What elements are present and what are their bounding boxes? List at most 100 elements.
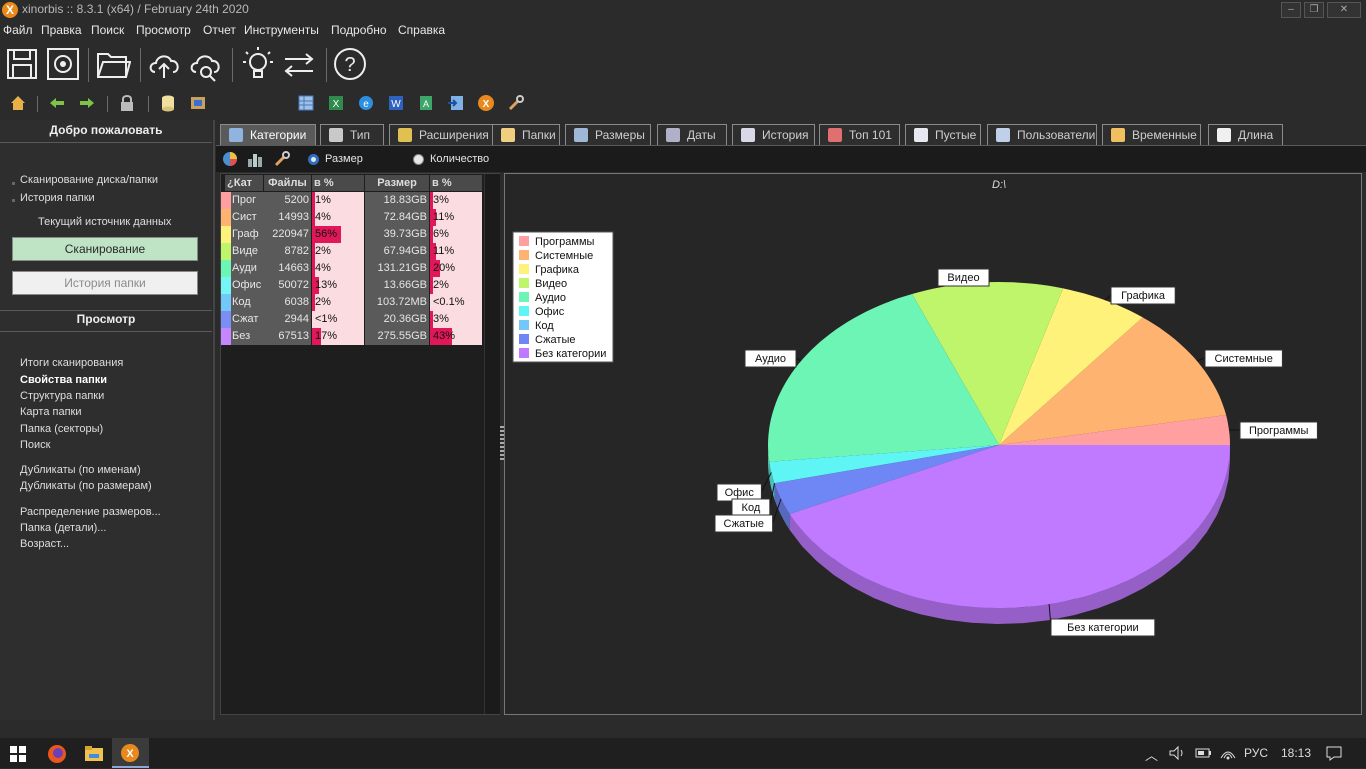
tab-folders[interactable]: Папки — [492, 124, 560, 146]
windows-start-icon[interactable] — [10, 746, 26, 762]
table-row[interactable]: Граф22094756%39.73GB6% — [221, 226, 483, 243]
tab-empty[interactable]: Пустые — [905, 124, 981, 146]
cell-files: 2944 — [264, 311, 311, 328]
table-row[interactable]: Код60382%103.72MB<0.1% — [221, 294, 483, 311]
sidebar-link-scan-summary[interactable]: Итоги сканирования — [20, 357, 123, 369]
table-scrollbar[interactable] — [484, 174, 500, 714]
sidebar-link-folder-map[interactable]: Карта папки — [20, 406, 81, 418]
sidebar-link-history[interactable]: История папки — [20, 192, 95, 204]
firefox-icon[interactable] — [47, 744, 67, 764]
tab-categories[interactable]: Категории — [220, 124, 316, 146]
menu-view[interactable]: Просмотр — [136, 23, 191, 37]
tab-type[interactable]: Тип — [320, 124, 384, 146]
battery-icon[interactable] — [1194, 744, 1212, 762]
cloud-upload-icon[interactable] — [147, 44, 183, 84]
cloud-search-icon[interactable] — [188, 44, 224, 84]
tab-extensions[interactable]: Расширения — [389, 124, 501, 146]
pie-chart-icon[interactable] — [221, 150, 239, 168]
tab-temporary[interactable]: Временные — [1102, 124, 1201, 146]
menu-edit[interactable]: Правка — [41, 23, 82, 37]
table-row[interactable]: Без6751317%275.55GB43% — [221, 328, 483, 345]
xml-icon[interactable]: A — [417, 94, 435, 112]
cell-files: 50072 — [264, 277, 311, 294]
sidebar-splitter[interactable] — [213, 120, 215, 720]
tab-dates[interactable]: Даты — [657, 124, 727, 146]
forward-icon[interactable] — [78, 94, 96, 112]
sidebar-link-age[interactable]: Возраст... — [20, 538, 69, 550]
settings-icon[interactable] — [45, 44, 81, 84]
xinorbis-icon[interactable]: X — [477, 94, 495, 112]
clock[interactable]: 18:13 — [1281, 746, 1311, 760]
col-header-size-pct[interactable]: в % — [430, 175, 482, 191]
category-color-swatch — [221, 209, 231, 226]
cell-size: 18.83GB — [365, 192, 429, 209]
export-icon[interactable] — [189, 94, 207, 112]
radio-count[interactable] — [413, 154, 424, 165]
menu-tools[interactable]: Инструменты — [244, 23, 319, 37]
import-icon[interactable] — [447, 94, 465, 112]
table-row[interactable]: Прог52001%18.83GB3% — [221, 192, 483, 209]
bar-chart-icon[interactable] — [246, 150, 264, 168]
tab-history[interactable]: История — [732, 124, 815, 146]
maximize-button[interactable]: ❐ — [1304, 2, 1324, 18]
network-icon[interactable] — [1219, 744, 1237, 762]
sidebar-link-folder-structure[interactable]: Структура папки — [20, 390, 104, 402]
lock-icon[interactable] — [118, 94, 136, 112]
sidebar-link-folder-sectors[interactable]: Папка (секторы) — [20, 423, 103, 435]
legend-item: Код — [535, 320, 554, 332]
col-header-files[interactable]: Файлы — [264, 175, 311, 191]
notifications-icon[interactable] — [1325, 744, 1343, 762]
word-icon[interactable]: W — [387, 94, 405, 112]
menu-file[interactable]: Файл — [3, 23, 33, 37]
sidebar-link-size-distribution[interactable]: Распределение размеров... — [20, 506, 161, 518]
radio-size[interactable] — [308, 154, 319, 165]
table-row[interactable]: Сжат2944<1%20.36GB3% — [221, 311, 483, 328]
sidebar-link-dup-sizes[interactable]: Дубликаты (по размерам) — [20, 480, 152, 492]
chevron-up-icon[interactable]: ︿ — [1145, 745, 1158, 764]
tools-icon[interactable] — [273, 150, 291, 168]
table-row[interactable]: Ауди146634%131.21GB20% — [221, 260, 483, 277]
excel-icon[interactable]: X — [327, 94, 345, 112]
home-icon[interactable] — [9, 94, 27, 112]
scan-button[interactable]: Сканирование — [12, 237, 198, 261]
sidebar-link-search[interactable]: Поиск — [20, 439, 50, 451]
col-header-category[interactable]: ¿Кат — [225, 175, 263, 191]
language-indicator[interactable]: РУС — [1244, 746, 1268, 760]
folder-open-icon[interactable] — [95, 44, 131, 84]
sidebar-link-scan[interactable]: Сканирование диска/папки — [20, 174, 158, 186]
tab-length[interactable]: Длина — [1208, 124, 1283, 146]
col-header-size[interactable]: Размер — [365, 175, 429, 191]
save-icon[interactable] — [4, 44, 40, 84]
minimize-button[interactable]: – — [1281, 2, 1301, 18]
table-row[interactable]: Виде87822%67.94GB11% — [221, 243, 483, 260]
menu-search[interactable]: Поиск — [91, 23, 124, 37]
tab-top101[interactable]: Топ 101 — [819, 124, 900, 146]
file-explorer-icon[interactable] — [84, 744, 104, 764]
sidebar-link-dup-names[interactable]: Дубликаты (по именам) — [20, 464, 141, 476]
volume-icon[interactable] — [1168, 744, 1186, 762]
back-icon[interactable] — [48, 94, 66, 112]
database-icon[interactable] — [159, 94, 177, 112]
col-header-files-pct[interactable]: в % — [312, 175, 364, 191]
tab-sizes[interactable]: Размеры — [565, 124, 651, 146]
lightbulb-icon[interactable] — [240, 44, 276, 84]
table-row[interactable]: Офис5007213%13.66GB2% — [221, 277, 483, 294]
xinorbis-taskbar-button[interactable]: X — [112, 738, 149, 768]
temporary-icon — [1111, 128, 1125, 142]
menu-report[interactable]: Отчет — [203, 23, 236, 37]
cell-size-pct: 6% — [430, 226, 482, 243]
sidebar-link-folder-details[interactable]: Папка (детали)... — [20, 522, 106, 534]
history-button[interactable]: История папки — [12, 271, 198, 295]
tab-users[interactable]: Пользователи — [987, 124, 1097, 146]
ie-icon[interactable]: e — [357, 94, 375, 112]
menu-details[interactable]: Подробно — [331, 23, 387, 37]
help-icon[interactable]: ? — [332, 44, 368, 84]
radio-size-label: Размер — [325, 153, 363, 165]
sidebar-link-folder-properties[interactable]: Свойства папки — [20, 374, 107, 386]
swap-icon[interactable] — [281, 44, 317, 84]
tools-icon[interactable] — [507, 94, 525, 112]
table-row[interactable]: Сист149934%72.84GB11% — [221, 209, 483, 226]
table-icon[interactable] — [297, 94, 315, 112]
menu-help[interactable]: Справка — [398, 23, 445, 37]
close-button[interactable]: ✕ — [1327, 2, 1361, 18]
